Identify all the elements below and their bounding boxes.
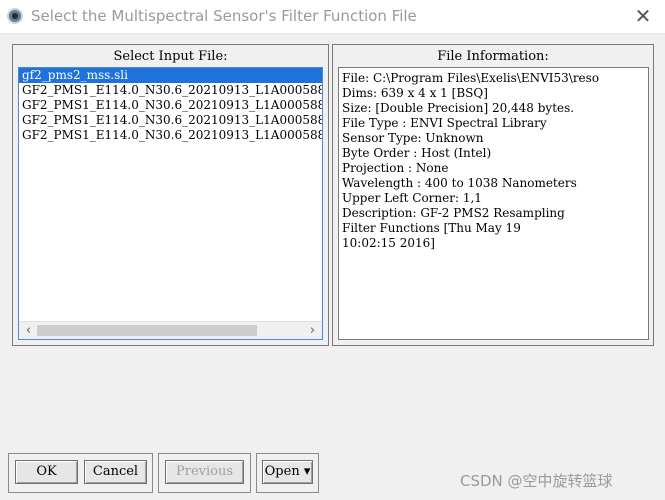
file-information-title: File Information: xyxy=(437,49,549,64)
info-line: Size: [Double Precision] 20,448 bytes. xyxy=(342,101,575,115)
list-item[interactable]: GF2_PMS1_E114.0_N30.6_20210913_L1A000588 xyxy=(19,98,322,113)
file-information-text: File: C:\Program Files\Exelis\ENVI53\res… xyxy=(338,67,649,340)
scroll-thumb[interactable] xyxy=(37,325,257,336)
info-line: File Type : ENVI Spectral Library xyxy=(342,116,547,130)
input-file-panel: Select Input File: gf2_pms2_mss.sli GF2_… xyxy=(12,44,329,346)
list-item[interactable]: GF2_PMS1_E114.0_N30.6_20210913_L1A000588 xyxy=(19,113,322,128)
title-bar: Select the Multispectral Sensor's Filter… xyxy=(0,0,665,34)
file-information-panel: File Information: File: C:\Program Files… xyxy=(332,44,654,346)
input-file-list[interactable]: gf2_pms2_mss.sli GF2_PMS1_E114.0_N30.6_2… xyxy=(18,67,323,340)
horizontal-scrollbar[interactable]: ‹ › xyxy=(19,321,322,339)
info-line: Projection : None xyxy=(342,161,449,175)
ok-button[interactable]: OK xyxy=(15,460,78,484)
watermark: CSDN @空中旋转篮球 xyxy=(460,472,613,490)
open-button[interactable]: Open ▾ xyxy=(262,460,313,484)
close-icon[interactable]: ✕ xyxy=(633,6,653,26)
input-file-list-items: gf2_pms2_mss.sli GF2_PMS1_E114.0_N30.6_2… xyxy=(19,68,322,322)
info-line: Wavelength : 400 to 1038 Nanometers xyxy=(342,176,577,190)
info-line: Dims: 639 x 4 x 1 [BSQ] xyxy=(342,86,488,100)
info-line: Byte Order : Host (Intel) xyxy=(342,146,492,160)
previous-group: Previous xyxy=(158,453,251,493)
info-line: Sensor Type: Unknown xyxy=(342,131,484,145)
scroll-right-icon[interactable]: › xyxy=(304,322,321,339)
envi-app-icon xyxy=(7,8,23,24)
scroll-left-icon[interactable]: ‹ xyxy=(20,322,37,339)
window-title: Select the Multispectral Sensor's Filter… xyxy=(31,7,417,25)
previous-button[interactable]: Previous xyxy=(165,460,244,484)
info-line: Description: GF-2 PMS2 Resampling xyxy=(342,206,565,220)
open-group: Open ▾ xyxy=(256,453,319,493)
ok-cancel-group: OK Cancel xyxy=(8,453,153,493)
input-file-title: Select Input File: xyxy=(113,49,228,64)
list-item[interactable]: GF2_PMS1_E114.0_N30.6_20210913_L1A000588 xyxy=(19,83,322,98)
list-item[interactable]: GF2_PMS1_E114.0_N30.6_20210913_L1A000588 xyxy=(19,128,322,143)
cancel-button[interactable]: Cancel xyxy=(84,460,147,484)
info-line: Upper Left Corner: 1,1 xyxy=(342,191,482,205)
list-item[interactable]: gf2_pms2_mss.sli xyxy=(19,68,322,83)
info-line: Filter Functions [Thu May 19 xyxy=(342,221,521,235)
info-line: 10:02:15 2016] xyxy=(342,236,435,250)
info-line: File: C:\Program Files\Exelis\ENVI53\res… xyxy=(342,71,600,85)
